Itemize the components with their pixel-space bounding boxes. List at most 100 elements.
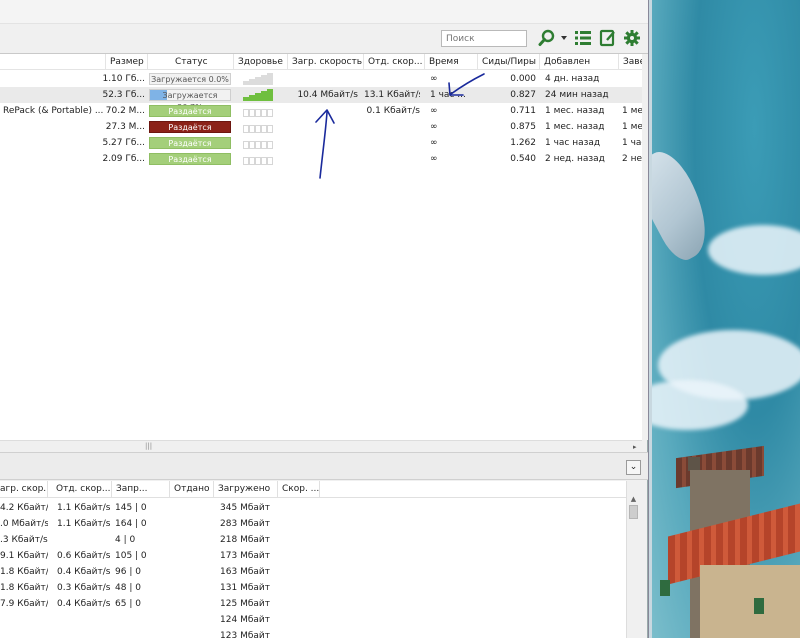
torrent-list-horizontal-scrollbar[interactable]: ||| ▸: [0, 440, 642, 452]
peer-uploaded: [174, 628, 214, 638]
health-indicator: [243, 153, 275, 165]
peer-upload-speed: 0.6 Кбайт/s: [57, 551, 111, 561]
scrollbar-grip[interactable]: |||: [145, 441, 152, 452]
search-icon[interactable]: [537, 29, 557, 47]
column-header-peer-downloaded[interactable]: Загружено: [214, 481, 278, 498]
download-speed: [288, 151, 358, 167]
column-header-name[interactable]: [0, 54, 106, 70]
column-header-eta[interactable]: Время: [425, 54, 478, 70]
column-header-upload-speed[interactable]: Отд. скор...: [364, 54, 425, 70]
peers-list-vertical-scrollbar[interactable]: ▲: [626, 481, 640, 638]
torrent-name: [3, 71, 103, 87]
column-header-peer-requests[interactable]: Запр...: [112, 481, 170, 498]
column-header-peer-upload-speed[interactable]: Отд. скор...: [48, 481, 112, 498]
seeds-peers-ratio: 1.262: [510, 138, 536, 148]
torrent-row[interactable]: 27.3 М... Раздаётся ∞ 0.875 1 мес. назад…: [0, 119, 642, 135]
peers-list: агр. скор... Отд. скор... Запр... Отдано…: [0, 481, 626, 638]
toolbar: [0, 24, 648, 54]
column-header-status[interactable]: Статус: [148, 54, 234, 70]
peer-upload-speed: [57, 612, 113, 628]
peer-row[interactable]: 124 Мбайт: [0, 612, 626, 628]
peer-row[interactable]: 1.8 Кбайт/s 0.3 Кбайт/s 48 | 0 131 Мбайт: [0, 580, 626, 596]
column-header-peer-uploaded[interactable]: Отдано: [170, 481, 214, 498]
column-header-download-speed[interactable]: Загр. скорость: [288, 54, 364, 70]
peer-download-speed: 1.8 Кбайт/s: [0, 567, 48, 577]
peer-row[interactable]: 9.1 Кбайт/s 0.6 Кбайт/s 105 | 0 173 Мбай…: [0, 548, 626, 564]
settings-gear-icon[interactable]: [622, 29, 642, 47]
torrent-row[interactable]: 1.10 Гб... Загружается 0.0% ∞ 0.000 4 дн…: [0, 71, 642, 87]
peer-row[interactable]: 123 Мбайт: [0, 628, 626, 638]
upload-speed: [364, 151, 420, 167]
list-view-icon[interactable]: [573, 29, 593, 47]
wallpaper-chimney: [688, 457, 700, 471]
upload-speed: [364, 119, 420, 135]
added-date: 2 нед. назад: [545, 154, 605, 164]
column-header-peer-download-speed[interactable]: агр. скор...: [0, 481, 48, 498]
added-date: 24 мин назад: [545, 90, 609, 100]
seeds-peers-ratio: 0.827: [510, 90, 536, 100]
peers-list-header: агр. скор... Отд. скор... Запр... Отдано…: [0, 481, 626, 498]
column-header-peer-speed[interactable]: Скор. ...: [278, 481, 320, 498]
peer-downloaded: 123 Мбайт: [220, 631, 270, 638]
upload-speed: 13.1 Кбайт/s: [364, 90, 420, 100]
torrent-row[interactable]: 5.27 Гб... Раздаётся ∞ 1.262 1 час назад…: [0, 135, 642, 151]
eta: ∞: [430, 154, 438, 164]
peer-upload-speed: 0.4 Кбайт/s: [57, 599, 111, 609]
create-torrent-icon[interactable]: [598, 29, 618, 47]
download-speed: [288, 71, 358, 87]
seeds-peers-ratio: 0.540: [510, 154, 536, 164]
scroll-up-arrow-icon[interactable]: ▲: [629, 495, 638, 503]
torrent-row[interactable]: 2.09 Гб... Раздаётся ∞ 0.540 2 нед. наза…: [0, 151, 642, 167]
peer-requests: 105 | 0: [115, 551, 147, 561]
window-right-border: [648, 0, 652, 638]
completed-date: 1 ме: [622, 122, 642, 132]
peer-uploaded: [174, 500, 214, 516]
peer-requests: 48 | 0: [115, 583, 141, 593]
column-header-completed[interactable]: Заве: [619, 54, 642, 70]
panel-splitter[interactable]: ⌄: [0, 452, 648, 480]
seeds-peers-ratio: 0.711: [510, 106, 536, 116]
peer-row[interactable]: .0 Мбайт/s 1.1 Кбайт/s 164 | 0 283 Мбайт: [0, 516, 626, 532]
peer-downloaded: 125 Мбайт: [220, 599, 270, 609]
column-header-seeds-peers[interactable]: Сиды/Пиры: [478, 54, 540, 70]
collapse-panel-button[interactable]: ⌄: [626, 460, 641, 475]
wallpaper-house-2: [700, 565, 800, 638]
torrent-row[interactable]: RePack (& Portable) ... 70.2 М... Раздаё…: [0, 103, 642, 119]
peer-upload-speed: 0.3 Кбайт/s: [57, 583, 111, 593]
peer-requests: 145 | 0: [115, 503, 147, 513]
peer-downloaded: 124 Мбайт: [220, 615, 270, 625]
peer-uploaded: [174, 596, 214, 612]
peer-row[interactable]: 7.9 Кбайт/s 0.4 Кбайт/s 65 | 0 125 Мбайт: [0, 596, 626, 612]
peer-downloaded: 218 Мбайт: [220, 535, 270, 545]
peer-requests: [115, 612, 170, 628]
peer-uploaded: [174, 564, 214, 580]
peer-row[interactable]: 1.8 Кбайт/s 0.4 Кбайт/s 96 | 0 163 Мбайт: [0, 564, 626, 580]
status-badge: Раздаётся: [149, 121, 231, 133]
health-square: [267, 141, 273, 149]
status-badge: Раздаётся: [149, 137, 231, 149]
torrent-row[interactable]: 52.3 Гб... Загружается 20.7% 10.4 Мбайт/…: [0, 87, 642, 112]
seeds-peers-ratio: 0.000: [510, 74, 536, 84]
peer-download-speed: .0 Мбайт/s: [0, 519, 48, 529]
peer-requests: 164 | 0: [115, 519, 147, 529]
torrent-name: [3, 151, 103, 167]
added-date: 1 мес. назад: [545, 122, 605, 132]
wallpaper-window: [660, 580, 670, 596]
column-header-added[interactable]: Добавлен: [540, 54, 619, 70]
scroll-right-arrow-icon[interactable]: ▸: [633, 443, 637, 451]
column-header-health[interactable]: Здоровье: [234, 54, 288, 70]
peer-row[interactable]: .3 Кбайт/s 4 | 0 218 Мбайт: [0, 532, 626, 548]
torrent-list-header: Размер Статус Здоровье Загр. скорость От…: [0, 54, 642, 70]
torrent-size: 5.27 Гб...: [102, 138, 145, 148]
scrollbar-thumb[interactable]: [629, 505, 638, 519]
completed-date: 1 ме: [622, 106, 642, 116]
dropdown-arrow-icon[interactable]: [559, 29, 569, 47]
search-input[interactable]: [441, 30, 527, 47]
seeds-peers-ratio: 0.875: [510, 122, 536, 132]
peer-row[interactable]: 4.2 Кбайт/s 1.1 Кбайт/s 145 | 0 345 Мбай…: [0, 500, 626, 516]
eta: ∞: [430, 138, 438, 148]
eta: ∞: [430, 106, 438, 116]
download-speed: 10.4 Мбайт/s: [297, 90, 358, 100]
column-header-size[interactable]: Размер: [106, 54, 148, 70]
peer-download-speed: 1.8 Кбайт/s: [0, 583, 48, 593]
